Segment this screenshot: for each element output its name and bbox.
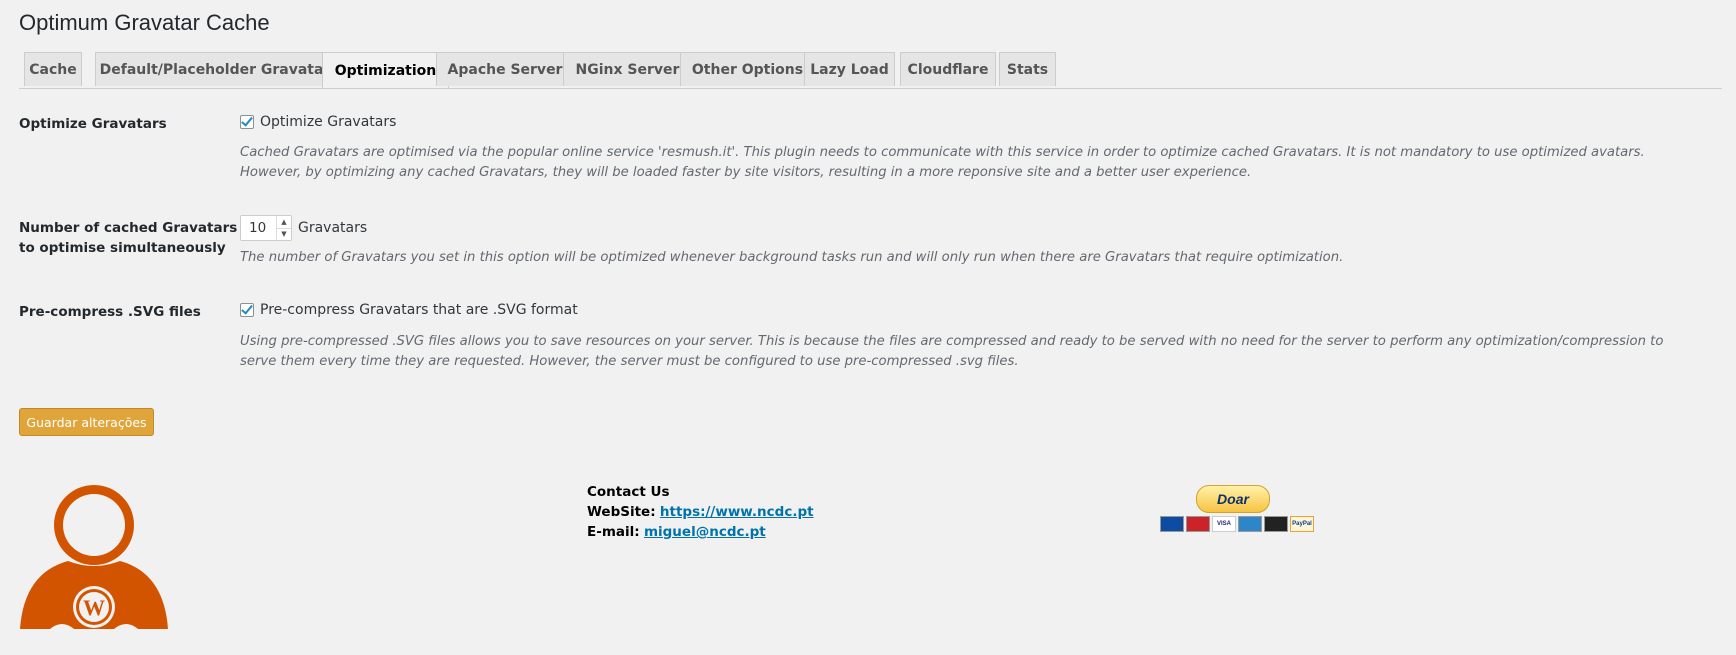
tab-optimization[interactable]: Optimization: [322, 52, 449, 88]
spinner-down-icon[interactable]: ▼: [277, 227, 291, 241]
discover-card-icon: [1264, 516, 1288, 532]
number-spinner[interactable]: ▲ ▼: [276, 216, 291, 240]
settings-tabs: Cache Default/Placeholder Gravatar Optim…: [19, 52, 1722, 89]
precompress-checkbox[interactable]: [240, 303, 254, 317]
simultaneous-field: 10 ▲ ▼ Gravatars: [240, 215, 367, 241]
donate-button[interactable]: Doar: [1196, 485, 1270, 513]
tab-default-placeholder-gravatar[interactable]: Default/Placeholder Gravatar: [95, 52, 335, 86]
simultaneous-value: 10: [249, 220, 267, 236]
svg-text:W: W: [83, 595, 105, 620]
amex-card-icon: [1238, 516, 1262, 532]
simultaneous-unit: Gravatars: [298, 220, 368, 236]
precompress-checkbox-label[interactable]: Pre-compress Gravatars that are .SVG for…: [260, 302, 578, 318]
tab-nginx-server[interactable]: NGinx Server: [563, 52, 692, 86]
website-link[interactable]: https://www.ncdc.pt: [660, 504, 814, 520]
website-label: WebSite:: [587, 504, 656, 520]
optimize-gravatars-description: Cached Gravatars are optimised via the p…: [240, 145, 1645, 180]
precompress-field: Pre-compress Gravatars that are .SVG for…: [240, 302, 578, 318]
save-changes-button[interactable]: Guardar alterações: [19, 408, 154, 436]
paypal-donate: Doar VISA PayPal: [1160, 485, 1314, 535]
spinner-up-icon[interactable]: ▲: [277, 216, 291, 228]
contact-block: Contact Us WebSite: https://www.ncdc.pt …: [587, 482, 814, 542]
simultaneous-description: The number of Gravatars you set in this …: [240, 250, 1344, 265]
tab-cache[interactable]: Cache: [24, 52, 82, 86]
tab-other-options[interactable]: Other Options: [680, 52, 815, 86]
simultaneous-label-line2: to optimise simultaneously: [19, 240, 226, 256]
mastercard-card-icon: [1186, 516, 1210, 532]
simultaneous-number-input[interactable]: 10 ▲ ▼: [240, 215, 292, 241]
email-label: E-mail:: [587, 524, 640, 540]
tab-cloudflare[interactable]: Cloudflare: [900, 52, 996, 86]
email-link[interactable]: miguel@ncdc.pt: [644, 524, 766, 540]
optimize-gravatars-label: Optimize Gravatars: [19, 116, 167, 132]
precompress-description: Using pre-compressed .SVG files allows y…: [240, 334, 1664, 369]
plugin-logo-icon: W: [20, 485, 168, 629]
tab-apache-server[interactable]: Apache Server: [436, 52, 574, 86]
precompress-label: Pre-compress .SVG files: [19, 304, 201, 320]
optimize-gravatars-field: Optimize Gravatars: [240, 114, 396, 130]
maestro-card-icon: [1160, 516, 1184, 532]
contact-heading: Contact Us: [587, 484, 670, 500]
settings-page: Optimum Gravatar Cache Cache Default/Pla…: [0, 0, 1736, 655]
tab-stats[interactable]: Stats: [999, 52, 1056, 86]
paypal-card-icon: PayPal: [1290, 516, 1314, 532]
optimize-gravatars-checkbox[interactable]: [240, 115, 254, 129]
payment-cards: VISA PayPal: [1160, 516, 1314, 532]
tab-lazy-load[interactable]: Lazy Load: [804, 52, 895, 86]
optimize-gravatars-checkbox-label[interactable]: Optimize Gravatars: [260, 114, 396, 130]
page-title: Optimum Gravatar Cache: [19, 10, 270, 35]
simultaneous-label-line1: Number of cached Gravatars: [19, 220, 238, 236]
simultaneous-label: Number of cached Gravatars to optimise s…: [19, 218, 237, 258]
visa-card-icon: VISA: [1212, 516, 1236, 532]
